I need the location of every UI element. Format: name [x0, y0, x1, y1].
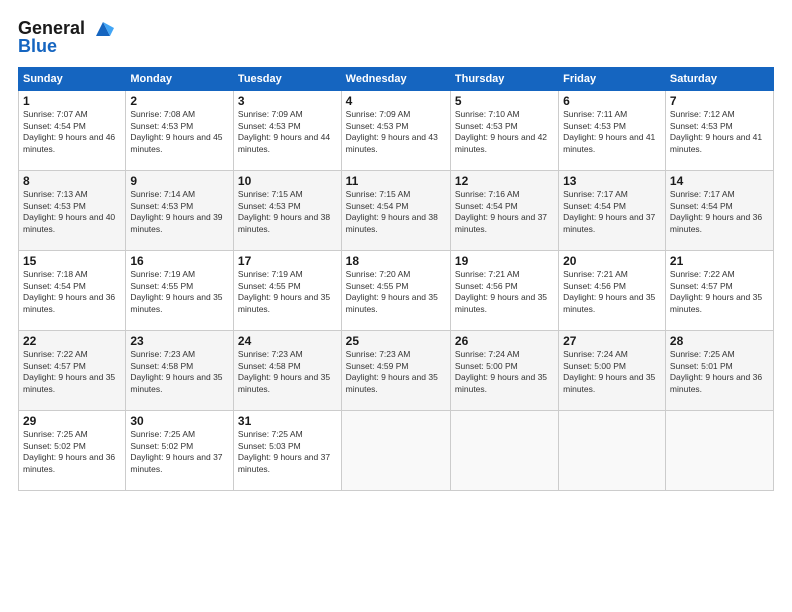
calendar-day-27: 27Sunrise: 7:24 AMSunset: 5:00 PMDayligh…: [559, 331, 666, 411]
calendar-day-22: 22Sunrise: 7:22 AMSunset: 4:57 PMDayligh…: [19, 331, 126, 411]
calendar-week-5: 29Sunrise: 7:25 AMSunset: 5:02 PMDayligh…: [19, 411, 774, 491]
calendar-day-8: 8Sunrise: 7:13 AMSunset: 4:53 PMDaylight…: [19, 171, 126, 251]
column-header-sunday: Sunday: [19, 68, 126, 91]
empty-cell: [450, 411, 558, 491]
calendar-day-7: 7Sunrise: 7:12 AMSunset: 4:53 PMDaylight…: [665, 91, 773, 171]
calendar-day-15: 15Sunrise: 7:18 AMSunset: 4:54 PMDayligh…: [19, 251, 126, 331]
calendar-week-4: 22Sunrise: 7:22 AMSunset: 4:57 PMDayligh…: [19, 331, 774, 411]
calendar-day-13: 13Sunrise: 7:17 AMSunset: 4:54 PMDayligh…: [559, 171, 666, 251]
calendar-day-20: 20Sunrise: 7:21 AMSunset: 4:56 PMDayligh…: [559, 251, 666, 331]
calendar-table: SundayMondayTuesdayWednesdayThursdayFrid…: [18, 67, 774, 491]
calendar-day-5: 5Sunrise: 7:10 AMSunset: 4:53 PMDaylight…: [450, 91, 558, 171]
calendar-day-12: 12Sunrise: 7:16 AMSunset: 4:54 PMDayligh…: [450, 171, 558, 251]
column-header-monday: Monday: [126, 68, 234, 91]
empty-cell: [559, 411, 666, 491]
calendar-day-11: 11Sunrise: 7:15 AMSunset: 4:54 PMDayligh…: [341, 171, 450, 251]
calendar-day-3: 3Sunrise: 7:09 AMSunset: 4:53 PMDaylight…: [233, 91, 341, 171]
column-header-wednesday: Wednesday: [341, 68, 450, 91]
calendar-day-14: 14Sunrise: 7:17 AMSunset: 4:54 PMDayligh…: [665, 171, 773, 251]
calendar-day-28: 28Sunrise: 7:25 AMSunset: 5:01 PMDayligh…: [665, 331, 773, 411]
logo-text-general: General: [18, 18, 85, 38]
calendar-body: 1Sunrise: 7:07 AMSunset: 4:54 PMDaylight…: [19, 91, 774, 491]
calendar-day-2: 2Sunrise: 7:08 AMSunset: 4:53 PMDaylight…: [126, 91, 234, 171]
calendar-day-31: 31Sunrise: 7:25 AMSunset: 5:03 PMDayligh…: [233, 411, 341, 491]
column-header-friday: Friday: [559, 68, 666, 91]
empty-cell: [341, 411, 450, 491]
logo: General Blue: [18, 18, 114, 57]
column-header-saturday: Saturday: [665, 68, 773, 91]
calendar-day-21: 21Sunrise: 7:22 AMSunset: 4:57 PMDayligh…: [665, 251, 773, 331]
page-header: General Blue: [18, 18, 774, 57]
calendar-day-30: 30Sunrise: 7:25 AMSunset: 5:02 PMDayligh…: [126, 411, 234, 491]
calendar-day-19: 19Sunrise: 7:21 AMSunset: 4:56 PMDayligh…: [450, 251, 558, 331]
calendar-week-1: 1Sunrise: 7:07 AMSunset: 4:54 PMDaylight…: [19, 91, 774, 171]
calendar-day-4: 4Sunrise: 7:09 AMSunset: 4:53 PMDaylight…: [341, 91, 450, 171]
calendar-day-25: 25Sunrise: 7:23 AMSunset: 4:59 PMDayligh…: [341, 331, 450, 411]
calendar-day-1: 1Sunrise: 7:07 AMSunset: 4:54 PMDaylight…: [19, 91, 126, 171]
calendar-day-9: 9Sunrise: 7:14 AMSunset: 4:53 PMDaylight…: [126, 171, 234, 251]
calendar-day-29: 29Sunrise: 7:25 AMSunset: 5:02 PMDayligh…: [19, 411, 126, 491]
column-header-tuesday: Tuesday: [233, 68, 341, 91]
calendar-week-3: 15Sunrise: 7:18 AMSunset: 4:54 PMDayligh…: [19, 251, 774, 331]
calendar-day-24: 24Sunrise: 7:23 AMSunset: 4:58 PMDayligh…: [233, 331, 341, 411]
calendar-day-6: 6Sunrise: 7:11 AMSunset: 4:53 PMDaylight…: [559, 91, 666, 171]
calendar-day-26: 26Sunrise: 7:24 AMSunset: 5:00 PMDayligh…: [450, 331, 558, 411]
column-header-thursday: Thursday: [450, 68, 558, 91]
calendar-header-row: SundayMondayTuesdayWednesdayThursdayFrid…: [19, 68, 774, 91]
calendar-day-17: 17Sunrise: 7:19 AMSunset: 4:55 PMDayligh…: [233, 251, 341, 331]
calendar-day-23: 23Sunrise: 7:23 AMSunset: 4:58 PMDayligh…: [126, 331, 234, 411]
logo-icon: [92, 18, 114, 40]
calendar-week-2: 8Sunrise: 7:13 AMSunset: 4:53 PMDaylight…: [19, 171, 774, 251]
calendar-day-16: 16Sunrise: 7:19 AMSunset: 4:55 PMDayligh…: [126, 251, 234, 331]
empty-cell: [665, 411, 773, 491]
calendar-day-18: 18Sunrise: 7:20 AMSunset: 4:55 PMDayligh…: [341, 251, 450, 331]
calendar-day-10: 10Sunrise: 7:15 AMSunset: 4:53 PMDayligh…: [233, 171, 341, 251]
